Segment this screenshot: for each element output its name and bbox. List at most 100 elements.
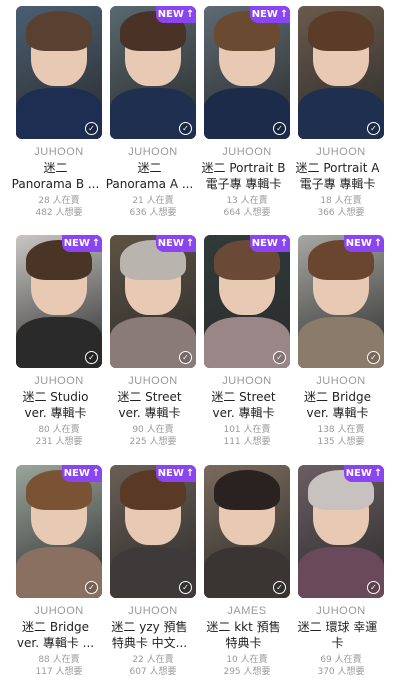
photocard-image[interactable]: ✓ (298, 6, 384, 139)
photo-figure-hair (214, 470, 280, 511)
card-stats: 18 人在賣 366 人想要 (317, 195, 364, 219)
new-badge-label: NEW (63, 468, 90, 479)
photocard-item[interactable]: NEW ↑ ✓ JUHOON 迷二 Bridge ver. 專輯卡 138 人在賣 135 人… (298, 235, 384, 448)
card-stats: 22 人在賣 607 人想要 (129, 654, 176, 678)
check-circle-icon[interactable]: ✓ (273, 351, 286, 364)
check-circle-icon[interactable]: ✓ (273, 122, 286, 135)
new-badge-label: NEW (63, 238, 90, 249)
photocard-image[interactable]: NEW ↑ ✓ (204, 6, 290, 139)
photocard-item[interactable]: ✓ JUHOON 迷二 Portrait A 電子專 專輯卡 18 人在賣 366 人想要 (296, 6, 384, 219)
new-badge: NEW ↑ (156, 6, 196, 23)
check-circle-icon[interactable]: ✓ (85, 122, 98, 135)
card-title[interactable]: 迷二 Portrait A 電子專 專輯卡 (288, 160, 388, 192)
card-title-line1: 迷二 Portrait A (295, 161, 380, 175)
check-circle-icon[interactable]: ✓ (367, 351, 380, 364)
card-title[interactable]: 迷二 kkt 預售 特典卡 (194, 619, 294, 651)
card-title[interactable]: 迷二 Street ver. 專輯卡 (100, 389, 200, 421)
photocard-item[interactable]: NEW ↑ ✓ JUHOON 迷二 環球 幸運卡 69 人在賣 370 人想要 (298, 465, 384, 678)
member-name: JUHOON (34, 605, 84, 617)
card-title[interactable]: 迷二 Panorama A ... (100, 160, 200, 192)
member-name: JUHOON (316, 375, 366, 387)
card-stats: 21 人在賣 636 人想要 (129, 195, 176, 219)
check-circle-icon[interactable]: ✓ (273, 581, 286, 594)
wanted-count: 135 人想要 (317, 437, 365, 447)
wanted-count: 636 人想要 (129, 208, 177, 218)
check-circle-icon[interactable]: ✓ (179, 351, 192, 364)
photocard-item[interactable]: ✓ JUHOON 迷二 Panorama B ... 28 人在賣 482 人想要 (12, 6, 102, 219)
check-circle-icon[interactable]: ✓ (367, 581, 380, 594)
photocard-image[interactable]: NEW ↑ ✓ (298, 465, 384, 598)
photocard-image[interactable]: ✓ (204, 465, 290, 598)
photocard-image[interactable]: NEW ↑ ✓ (204, 235, 290, 368)
wanted-count: 607 人想要 (129, 667, 177, 677)
new-badge-label: NEW (345, 238, 372, 249)
card-title[interactable]: 迷二 Bridge ver. 專輯卡 (288, 389, 388, 421)
card-title-line2: Panorama B ... (11, 177, 100, 191)
new-badge: NEW ↑ (156, 235, 196, 252)
card-stats: 101 人在賣 111 人想要 (223, 424, 270, 448)
photo-figure-hair (308, 11, 374, 52)
card-title-line1: 迷二 Studio (22, 390, 89, 404)
check-circle-icon[interactable]: ✓ (85, 351, 98, 364)
card-title[interactable]: 迷二 Panorama B ... (6, 160, 106, 192)
card-title-line2: Panorama A ... (105, 177, 194, 191)
photocard-item[interactable]: NEW ↑ ✓ JUHOON 迷二 Portrait B 電子專 專輯卡 13 人在賣 664… (202, 6, 290, 219)
photocard-image[interactable]: ✓ (16, 6, 102, 139)
photocard-item[interactable]: NEW ↑ ✓ JUHOON 迷二 Street ver. 專輯卡 101 人在賣 111 人… (204, 235, 290, 448)
card-stats: 13 人在賣 664 人想要 (223, 195, 270, 219)
selling-count: 21 人在賣 (132, 196, 174, 206)
arrow-up-icon: ↑ (373, 468, 383, 479)
card-stats: 10 人在賣 295 人想要 (223, 654, 270, 678)
card-stats: 138 人在賣 135 人想要 (317, 424, 364, 448)
photocard-item[interactable]: ✓ JAMES 迷二 kkt 預售 特典卡 10 人在賣 295 人想要 (204, 465, 290, 678)
selling-count: 138 人在賣 (317, 425, 365, 435)
photocard-image[interactable]: NEW ↑ ✓ (110, 235, 196, 368)
wanted-count: 225 人想要 (129, 437, 177, 447)
member-name: JUHOON (316, 146, 366, 158)
card-stats: 28 人在賣 482 人想要 (35, 195, 82, 219)
member-name: JUHOON (34, 375, 84, 387)
card-title-line1: 迷二 Street (117, 390, 182, 404)
photocard-item[interactable]: NEW ↑ ✓ JUHOON 迷二 Bridge ver. 專輯卡 ... 88 人在賣 11… (16, 465, 102, 678)
card-title[interactable]: 迷二 環球 幸運卡 (288, 619, 388, 651)
photocard-item[interactable]: NEW ↑ ✓ JUHOON 迷二 Street ver. 專輯卡 90 人在賣 225 人想… (110, 235, 196, 448)
check-circle-icon[interactable]: ✓ (85, 581, 98, 594)
photocard-image[interactable]: NEW ↑ ✓ (110, 465, 196, 598)
card-stats: 80 人在賣 231 人想要 (35, 424, 82, 448)
photocard-item[interactable]: NEW ↑ ✓ JUHOON 迷二 yzy 預售 特典卡 中文... 22 人在賣 607 人… (110, 465, 196, 678)
card-title-line2: 特典卡 中文... (111, 636, 188, 650)
new-badge: NEW ↑ (62, 465, 102, 482)
photocard-item[interactable]: NEW ↑ ✓ JUHOON 迷二 Studio ver. 專輯卡 80 人在賣 231 人想… (16, 235, 102, 448)
arrow-up-icon: ↑ (279, 238, 289, 249)
card-title[interactable]: 迷二 Portrait B 電子專 專輯卡 (194, 160, 294, 192)
arrow-up-icon: ↑ (279, 9, 289, 20)
photocard-image[interactable]: NEW ↑ ✓ (298, 235, 384, 368)
wanted-count: 366 人想要 (317, 208, 365, 218)
check-circle-icon[interactable]: ✓ (367, 122, 380, 135)
member-name: JUHOON (222, 375, 272, 387)
photocard-item[interactable]: NEW ↑ ✓ JUHOON 迷二 Panorama A ... 21 人在賣 636 人想要 (106, 6, 196, 219)
photocard-image[interactable]: NEW ↑ ✓ (16, 235, 102, 368)
card-title-line2: 卡 (331, 636, 344, 650)
new-badge: NEW ↑ (344, 465, 384, 482)
arrow-up-icon: ↑ (373, 238, 383, 249)
card-title-line1: 迷二 kkt 預售 (206, 620, 281, 634)
card-title-line1: 迷二 Bridge (304, 390, 371, 404)
new-badge: NEW ↑ (344, 235, 384, 252)
card-title[interactable]: 迷二 Street ver. 專輯卡 (194, 389, 294, 421)
photo-figure-hair (26, 11, 92, 52)
new-badge-label: NEW (345, 468, 372, 479)
arrow-up-icon: ↑ (185, 238, 195, 249)
photocard-image[interactable]: NEW ↑ ✓ (110, 6, 196, 139)
card-title-line2: ver. 專輯卡 (306, 406, 369, 420)
member-name: JUHOON (128, 146, 178, 158)
check-circle-icon[interactable]: ✓ (179, 581, 192, 594)
card-title[interactable]: 迷二 yzy 預售 特典卡 中文... (100, 619, 200, 651)
member-name: JUHOON (128, 605, 178, 617)
card-title[interactable]: 迷二 Bridge ver. 專輯卡 ... (6, 619, 106, 651)
card-title[interactable]: 迷二 Studio ver. 專輯卡 (6, 389, 106, 421)
photocard-image[interactable]: NEW ↑ ✓ (16, 465, 102, 598)
check-circle-icon[interactable]: ✓ (179, 122, 192, 135)
member-name: JUHOON (128, 375, 178, 387)
selling-count: 18 人在賣 (320, 196, 362, 206)
